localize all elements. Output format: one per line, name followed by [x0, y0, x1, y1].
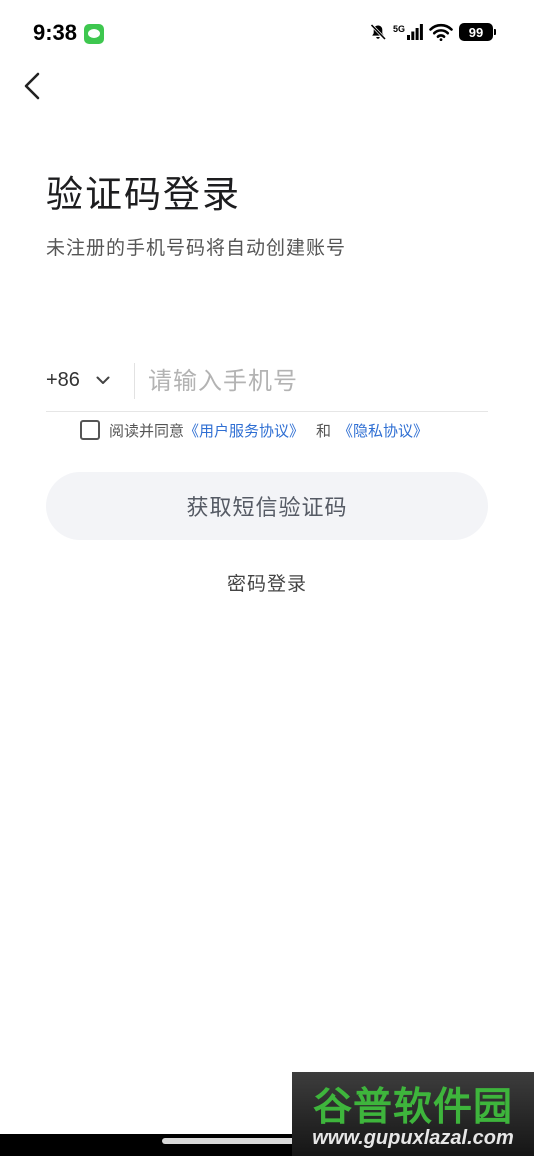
signal-icon — [407, 24, 423, 40]
agreement-prefix: 阅读并同意 — [109, 421, 185, 440]
chevron-down-icon — [96, 376, 110, 384]
agreement-row: 阅读并同意 《用户服务协议》 和 《隐私协议》 — [80, 419, 428, 441]
password-login-link[interactable]: 密码登录 — [0, 569, 534, 596]
wifi-icon — [429, 23, 453, 41]
user-agreement-link[interactable]: 《用户服务协议》 — [184, 420, 304, 441]
battery-icon: 99 — [459, 23, 496, 41]
get-sms-code-button[interactable]: 获取短信验证码 — [46, 472, 488, 540]
watermark-logo: 谷普软件园 www.gupuxlazal.com — [292, 1072, 534, 1156]
back-button[interactable] — [14, 66, 50, 106]
network-type-label: 5G — [392, 24, 405, 34]
input-divider — [134, 362, 135, 399]
bell-off-icon — [369, 23, 387, 41]
agreement-and-text: 和 — [316, 421, 332, 440]
agreement-checkbox[interactable] — [80, 420, 100, 440]
status-time: 9:38 — [33, 20, 78, 45]
status-indicators: 5G 99 — [369, 23, 496, 41]
country-code-selector[interactable]: +86 — [46, 369, 134, 392]
chevron-left-icon — [24, 72, 40, 100]
privacy-policy-link[interactable]: 《隐私协议》 — [338, 420, 428, 441]
country-code-value: +86 — [46, 369, 80, 391]
status-bar: 9:38 5G 99 — [0, 0, 534, 66]
battery-level: 99 — [459, 23, 493, 41]
phone-number-input[interactable] — [148, 350, 488, 411]
watermark-url: www.gupuxlazal.com — [312, 1127, 514, 1149]
message-icon — [84, 24, 104, 44]
page-title: 验证码登录 — [46, 173, 241, 216]
page-subtitle: 未注册的手机号码将自动创建账号 — [46, 237, 347, 259]
phone-input-row: +86 — [46, 350, 488, 412]
watermark-title: 谷普软件园 — [312, 1085, 513, 1130]
